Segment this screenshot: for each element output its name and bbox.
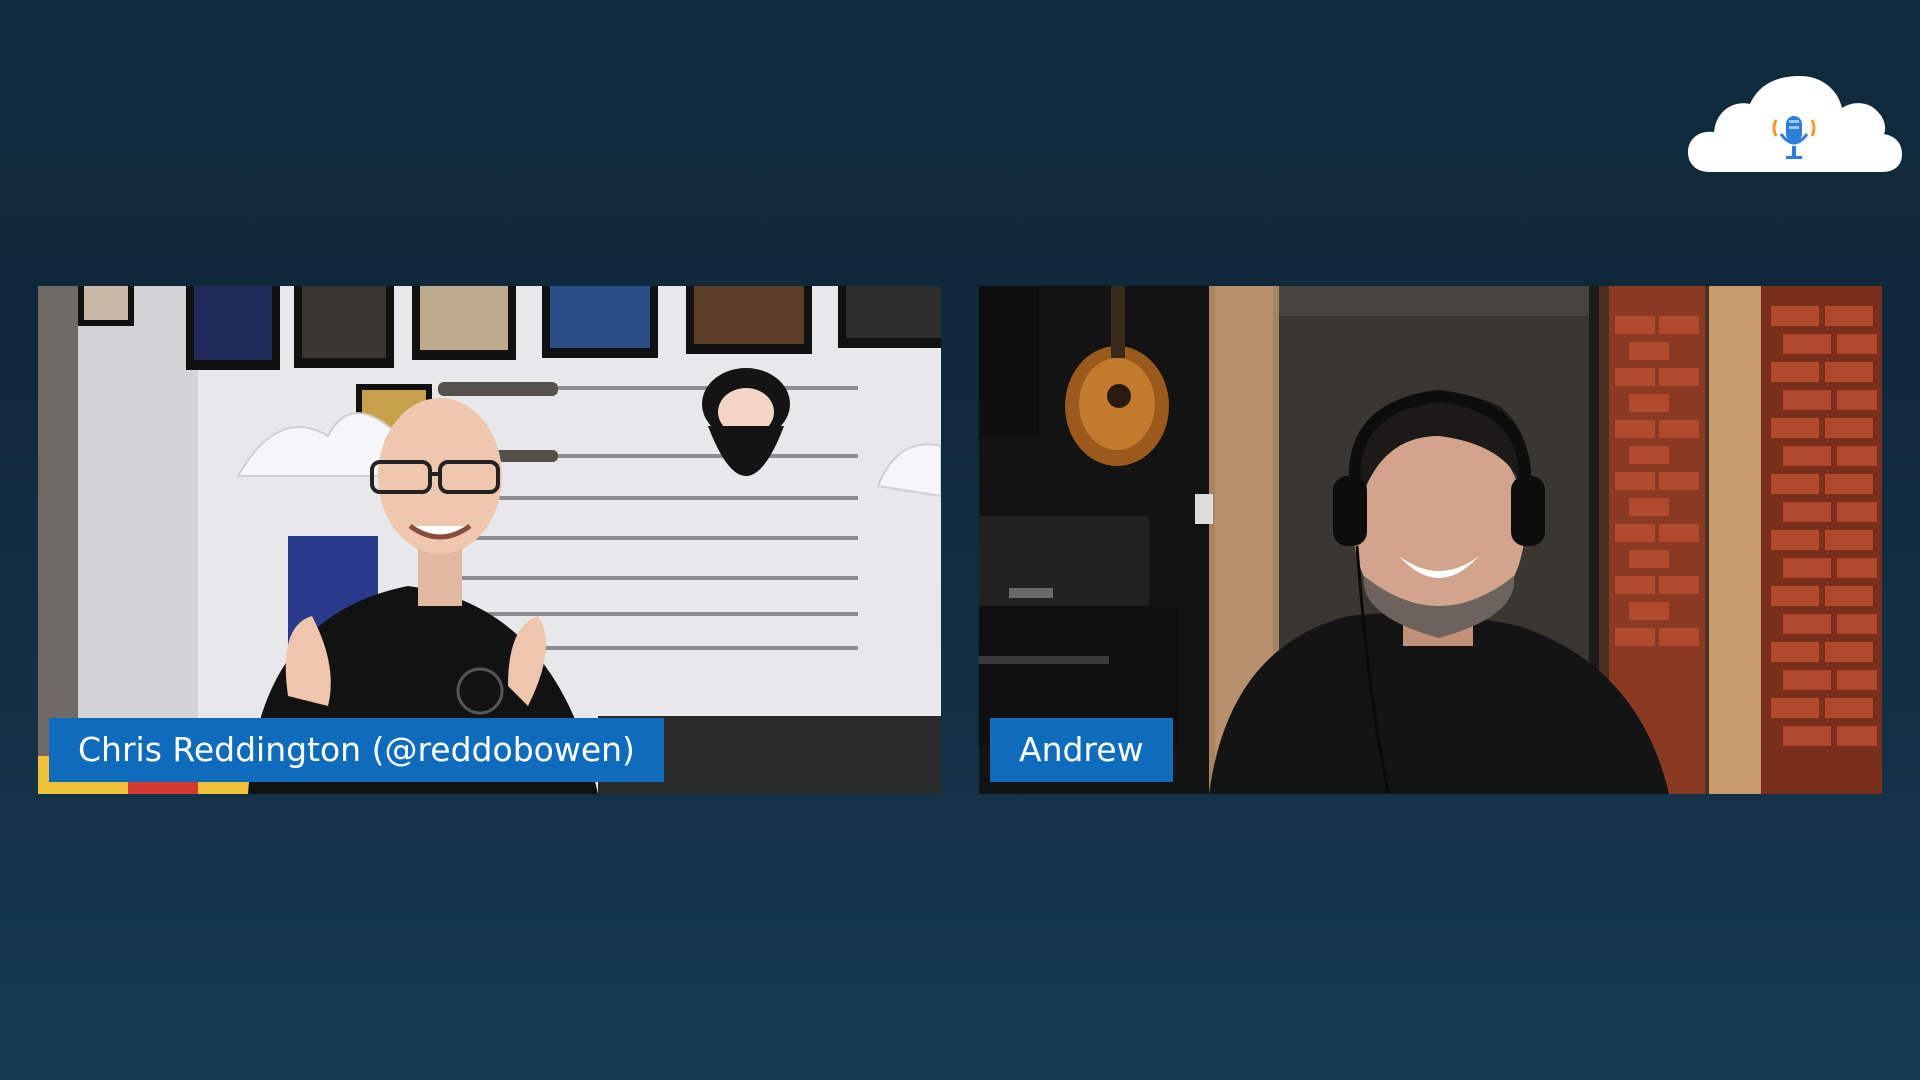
participant-name-label: Chris Reddington (@reddobowen) (49, 718, 664, 782)
meeting-stage: Chris Reddington (@reddobowen) Andrew (0, 0, 1920, 1080)
show-logo (1688, 76, 1902, 174)
cloud-microphone-icon (1688, 76, 1902, 172)
participant-video-tile[interactable]: Chris Reddington (@reddobowen) (38, 286, 941, 794)
participant-name-label: Andrew (990, 718, 1173, 782)
participant-video-tile[interactable]: Andrew (979, 286, 1882, 794)
